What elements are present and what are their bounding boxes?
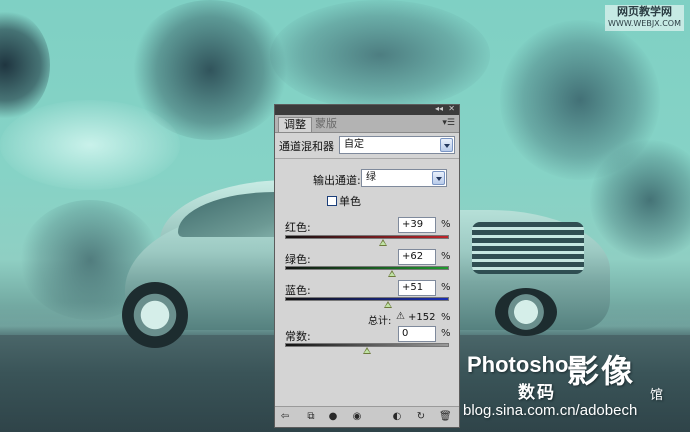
site-name: 网页教学网 bbox=[617, 5, 672, 18]
green-value-input[interactable]: +62 bbox=[398, 249, 436, 265]
green-unit: % bbox=[441, 251, 451, 262]
delete-icon[interactable]: 🗑 bbox=[439, 411, 452, 422]
panel-toolbar: ⇦ ⧉ ● ◉ ◐ ↻ 🗑 bbox=[275, 406, 459, 427]
red-label: 红色: bbox=[285, 221, 311, 234]
adjustments-panel: ◂◂ ✕ 调整 蒙版 ▾☰ 通道混和器 自定 输出通道: 绿 单色 红色: +3… bbox=[274, 104, 460, 428]
green-slider-thumb[interactable] bbox=[388, 270, 397, 277]
preset-dropdown[interactable]: 自定 bbox=[339, 136, 455, 154]
blue-value-input[interactable]: +51 bbox=[398, 280, 436, 296]
car-wheel-front bbox=[495, 288, 557, 336]
panel-tabs: 调整 蒙版 ▾☰ bbox=[275, 115, 459, 133]
site-url: WWW.WEBJX.COM bbox=[608, 19, 681, 28]
total-unit: % bbox=[441, 312, 451, 323]
output-channel-value: 绿 bbox=[366, 172, 376, 183]
constant-unit: % bbox=[441, 328, 451, 339]
chevron-down-icon[interactable] bbox=[432, 171, 445, 185]
chevron-down-icon[interactable] bbox=[440, 138, 453, 152]
red-slider-track[interactable] bbox=[285, 235, 449, 239]
red-value-input[interactable]: +39 bbox=[398, 217, 436, 233]
panel-title-bar[interactable]: ◂◂ ✕ bbox=[275, 104, 459, 115]
blue-slider-track[interactable] bbox=[285, 297, 449, 301]
green-slider-track[interactable] bbox=[285, 266, 449, 270]
visibility-icon[interactable]: ● bbox=[327, 411, 339, 422]
total-label: 总计: bbox=[368, 316, 392, 327]
blue-slider-thumb[interactable] bbox=[383, 301, 392, 308]
warning-icon: ⚠ bbox=[396, 311, 405, 322]
blue-unit: % bbox=[441, 282, 451, 293]
total-value: +152 bbox=[408, 312, 436, 323]
panel-menu-icon[interactable]: ▾☰ bbox=[442, 118, 455, 128]
reset-icon[interactable]: ↻ bbox=[415, 411, 427, 422]
preset-value: 自定 bbox=[344, 139, 364, 150]
red-unit: % bbox=[441, 219, 451, 230]
monochrome-label: 单色 bbox=[339, 195, 361, 208]
back-arrow-icon[interactable]: ⇦ bbox=[279, 411, 291, 422]
watermark-big-text: 影像 bbox=[567, 352, 636, 390]
green-label: 绿色: bbox=[285, 253, 311, 266]
cloud bbox=[0, 10, 50, 120]
red-slider-thumb[interactable] bbox=[378, 239, 387, 246]
divider bbox=[275, 158, 459, 159]
constant-slider-thumb[interactable] bbox=[363, 347, 371, 354]
tab-adjustments[interactable]: 调整 bbox=[278, 117, 312, 132]
car-wheel-rear bbox=[122, 282, 188, 348]
car-grille bbox=[472, 222, 584, 274]
watermark-pavilion: 馆 bbox=[650, 388, 664, 403]
constant-value-input[interactable]: 0 bbox=[398, 326, 436, 342]
blue-label: 蓝色: bbox=[285, 284, 311, 297]
tab-masks[interactable]: 蒙版 bbox=[310, 117, 342, 132]
constant-label: 常数: bbox=[285, 330, 311, 343]
output-channel-label: 输出通道: bbox=[313, 174, 361, 187]
output-channel-dropdown[interactable]: 绿 bbox=[361, 169, 447, 187]
site-watermark: 网页教学网 WWW.WEBJX.COM bbox=[605, 5, 684, 31]
adjustment-name: 通道混和器 bbox=[279, 140, 334, 153]
close-icon[interactable]: ✕ bbox=[448, 104, 455, 114]
eye-icon[interactable]: ◉ bbox=[351, 411, 363, 422]
watermark-sub-text: 数码 bbox=[518, 383, 556, 403]
monochrome-checkbox[interactable] bbox=[327, 196, 337, 206]
previous-state-icon[interactable]: ◐ bbox=[391, 411, 403, 422]
cloud bbox=[270, 0, 490, 110]
watermark-brand: Photoshop bbox=[467, 352, 582, 377]
cloud bbox=[0, 100, 180, 190]
clip-layer-icon[interactable]: ⧉ bbox=[305, 411, 317, 422]
collapse-icon[interactable]: ◂◂ bbox=[435, 104, 443, 114]
watermark-blog-url: blog.sina.com.cn/adobech bbox=[463, 402, 638, 419]
